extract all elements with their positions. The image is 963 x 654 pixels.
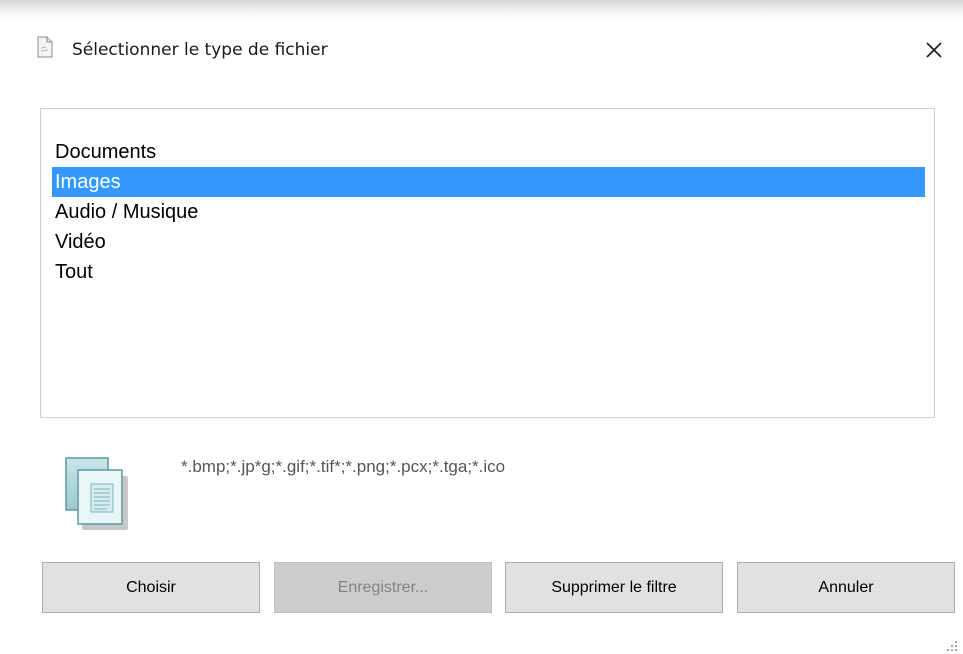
remove-filter-button[interactable]: Supprimer le filtre [505,562,723,613]
dialog-title: Sélectionner le type de fichier [72,40,328,60]
close-icon[interactable] [920,36,948,64]
documents-icon [65,457,128,530]
file-type-list[interactable]: Documents Images Audio / Musique Vidéo T… [40,108,935,418]
title-bar: Sélectionner le type de fichier [0,20,963,82]
list-item-audio[interactable]: Audio / Musique [52,197,925,227]
filter-pattern: *.bmp;*.jp*g;*.gif;*.tif*;*.png;*.pcx;*.… [181,457,506,476]
window-shadow [0,0,963,20]
list-item-documents[interactable]: Documents [52,137,925,167]
document-icon [37,36,53,58]
resize-grip-icon[interactable] [945,639,959,653]
list-item-video[interactable]: Vidéo [52,227,925,257]
choose-button[interactable]: Choisir [42,562,260,613]
cancel-button[interactable]: Annuler [737,562,955,613]
list-item-all[interactable]: Tout [52,257,925,287]
save-button[interactable]: Enregistrer... [274,562,492,613]
file-type-dialog: Sélectionner le type de fichier Document… [0,20,963,654]
file-type-items: Documents Images Audio / Musique Vidéo T… [52,137,925,287]
list-item-images[interactable]: Images [52,167,925,197]
